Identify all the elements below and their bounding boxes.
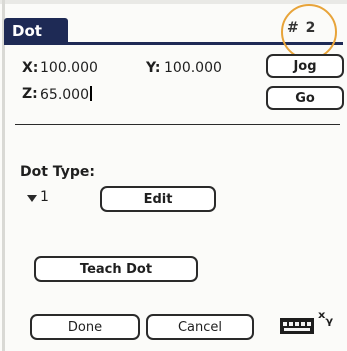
keyboard-icon[interactable] <box>280 318 314 334</box>
jog-button[interactable]: Jog <box>266 54 344 78</box>
z-field[interactable]: 65.000 <box>40 86 92 103</box>
cancel-button[interactable]: Cancel <box>146 314 254 340</box>
y-value: 100.000 <box>164 60 222 76</box>
title-bar: Dot # 2 <box>4 4 343 60</box>
go-button[interactable]: Go <box>266 86 344 110</box>
y-label: Y: <box>146 60 161 76</box>
edit-button[interactable]: Edit <box>100 186 216 212</box>
palm-screen: Dot # 2 X: 100.000 Y: 100.000 Z: 65.000 … <box>0 0 347 351</box>
done-button[interactable]: Done <box>30 314 140 340</box>
text-cursor <box>90 86 92 101</box>
highlight-circle <box>281 4 337 60</box>
dot-type-value: 1 <box>40 189 49 205</box>
dot-type-label: Dot Type: <box>20 164 95 180</box>
section-divider <box>15 124 340 125</box>
z-label: Z: <box>22 86 38 102</box>
screen-frame-top <box>0 0 347 4</box>
window-title: Dot <box>4 18 68 45</box>
xy-graffiti-icon[interactable]: ˣᵧ <box>318 308 333 329</box>
triangle-down-icon <box>27 195 37 202</box>
screen-frame-left <box>2 0 5 351</box>
teach-dot-button[interactable]: Teach Dot <box>34 256 198 282</box>
x-value: 100.000 <box>40 60 98 76</box>
x-label: X: <box>22 60 39 76</box>
z-value: 65.000 <box>40 87 89 103</box>
